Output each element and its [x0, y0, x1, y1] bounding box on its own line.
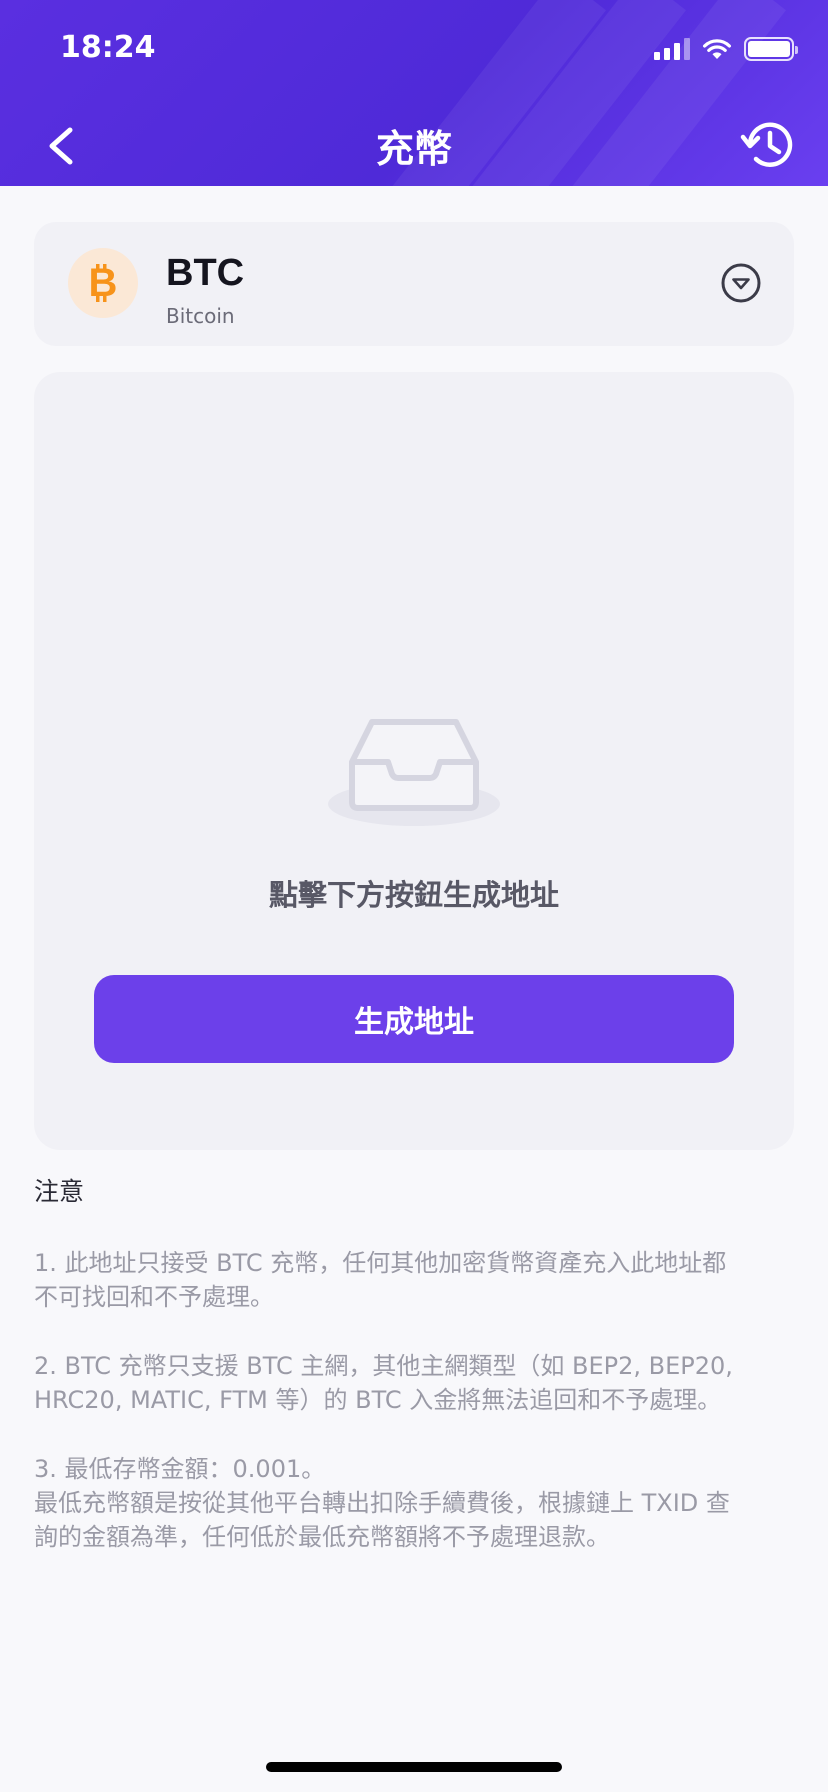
home-indicator[interactable]	[266, 1762, 562, 1772]
note-line: HRC20, MATIC, FTM 等）的 BTC 入金將無法追回和不予處理。	[34, 1386, 722, 1414]
empty-state-text: 點擊下方按鈕生成地址	[268, 878, 559, 912]
note-item-2: 2. BTC 充幣只支援 BTC 主網，其他主網類型（如 BEP2, BEP20…	[34, 1349, 794, 1417]
note-line: 1. 此地址只接受 BTC 充幣，任何其他加密貨幣資產充入此地址都	[34, 1249, 727, 1277]
deposit-page: 18:24 充幣 B BTC Bitcoin 點擊下方按鈕生成地址 生成地址 注…	[0, 0, 828, 1792]
page-title: 充幣	[375, 127, 452, 171]
signal-icon	[654, 38, 690, 60]
address-card: 點擊下方按鈕生成地址 生成地址	[34, 372, 794, 1150]
coin-name: Bitcoin	[166, 304, 235, 328]
note-line: 不可找回和不予處理。	[34, 1283, 274, 1311]
note-line: 最低充幣額是按從其他平台轉出扣除手續費後，根據鏈上 TXID 查	[34, 1489, 730, 1517]
generate-address-button[interactable]: 生成地址	[94, 975, 734, 1063]
coin-selector[interactable]: B BTC Bitcoin	[34, 222, 794, 346]
note-item-3: 3. 最低存幣金額：0.001。 最低充幣額是按從其他平台轉出扣除手續費後，根據…	[34, 1452, 794, 1554]
header: 18:24 充幣	[0, 0, 828, 186]
note-line: 詢的金額為準，任何低於最低充幣額將不予處理退款。	[34, 1523, 610, 1551]
history-icon[interactable]	[740, 116, 798, 174]
status-time: 18:24	[60, 30, 156, 65]
empty-inbox-icon	[328, 719, 500, 826]
note-line: 3. 最低存幣金額：0.001。	[34, 1455, 326, 1483]
note-line: 2. BTC 充幣只支援 BTC 主網，其他主網類型（如 BEP2, BEP20…	[34, 1352, 733, 1380]
battery-icon	[744, 37, 798, 61]
note-item-1: 1. 此地址只接受 BTC 充幣，任何其他加密貨幣資產充入此地址都 不可找回和不…	[34, 1246, 794, 1314]
chevron-down-circle-icon[interactable]	[720, 262, 762, 304]
status-icons	[654, 36, 798, 62]
notes-section: 注意 1. 此地址只接受 BTC 充幣，任何其他加密貨幣資產充入此地址都 不可找…	[34, 1172, 794, 1589]
bitcoin-icon: B	[68, 248, 138, 318]
coin-symbol: BTC	[166, 252, 245, 294]
wifi-icon	[703, 39, 731, 59]
notes-title: 注意	[34, 1177, 85, 1206]
